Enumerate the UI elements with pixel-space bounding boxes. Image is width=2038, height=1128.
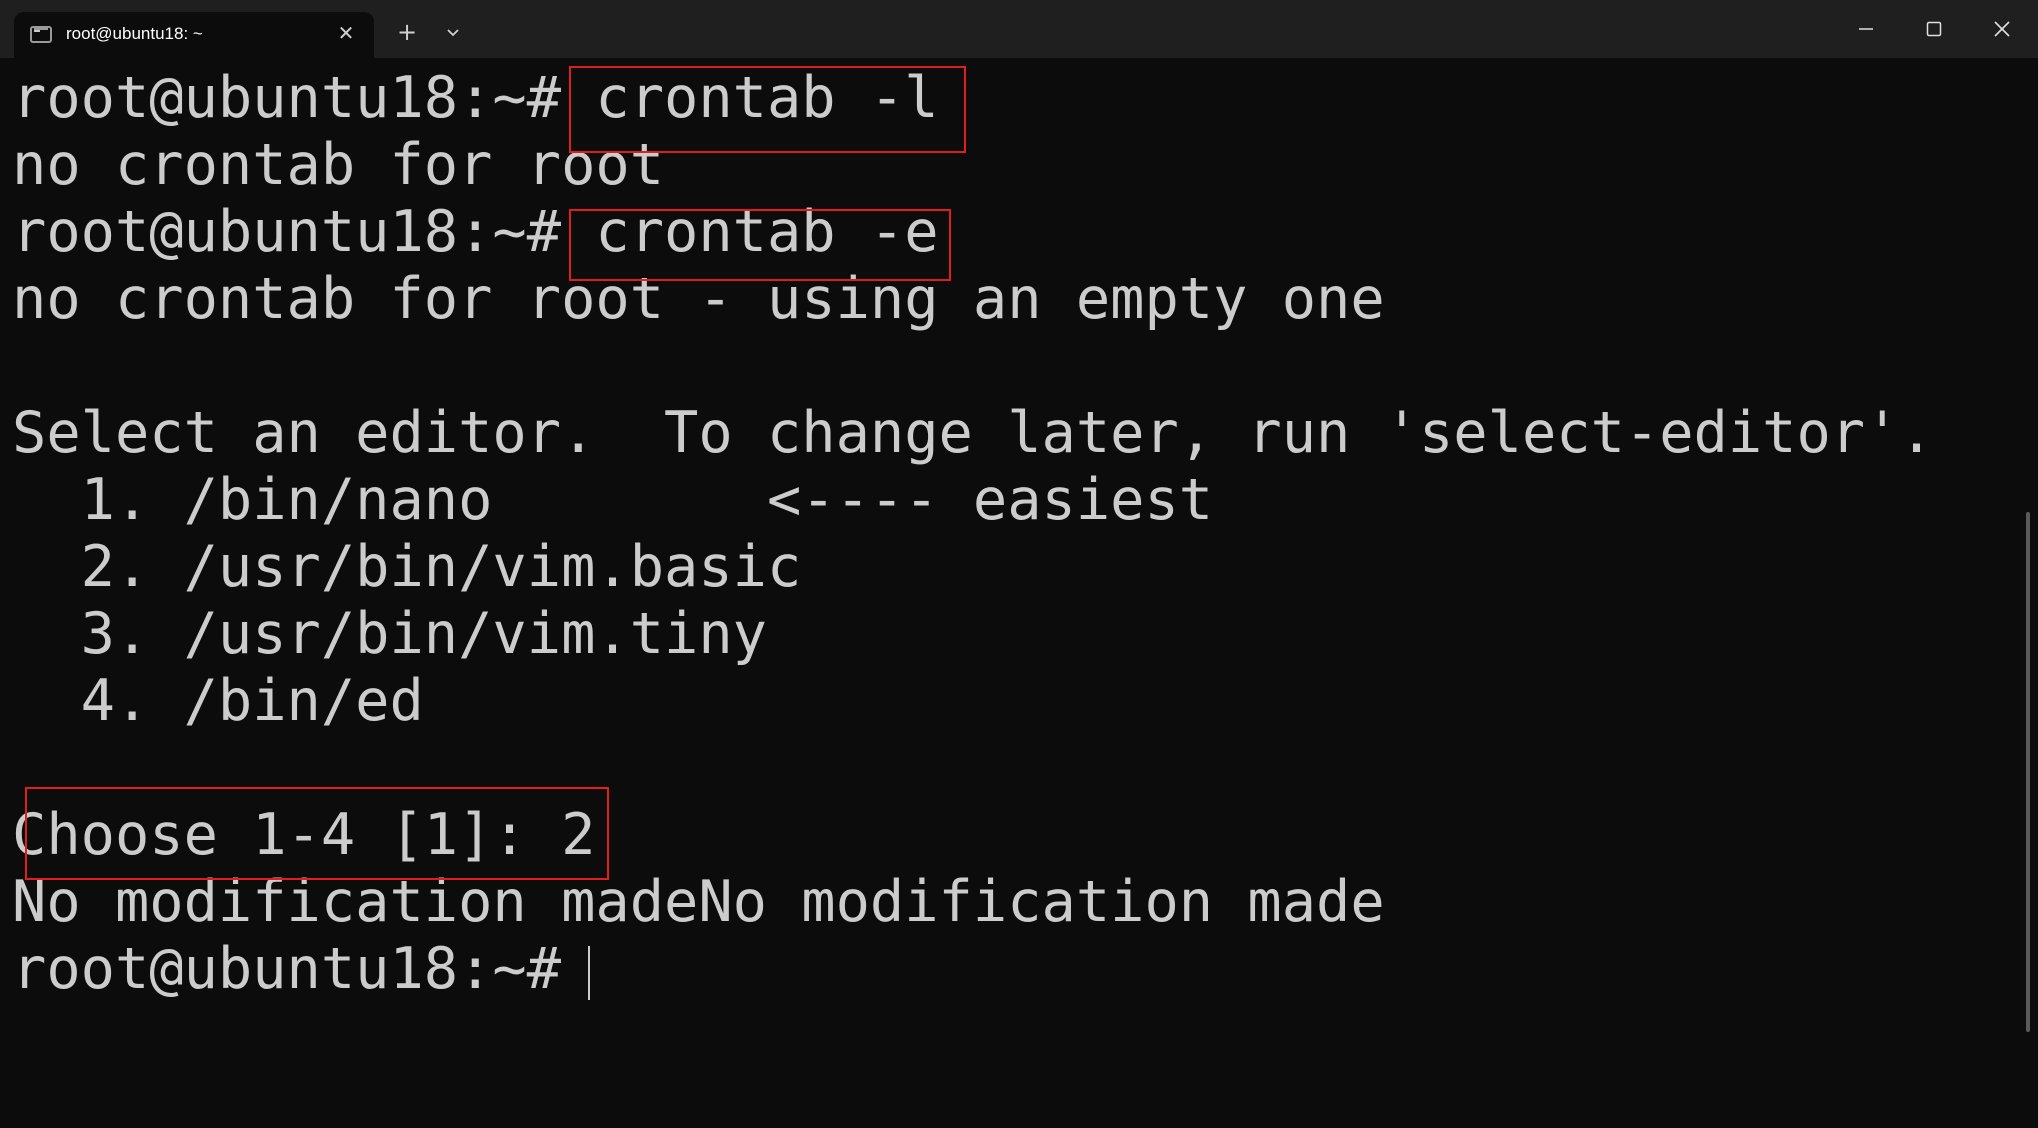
new-tab-button[interactable]: +: [392, 17, 422, 47]
terminal-line: no crontab for root: [12, 132, 665, 198]
highlight-box-choose-editor: [25, 787, 609, 880]
maximize-icon[interactable]: [1900, 0, 1968, 58]
terminal-line: root@ubuntu18:~#: [12, 936, 596, 1002]
terminal-line: 4. /bin/ed: [12, 668, 424, 734]
terminal-output[interactable]: root@ubuntu18:~# crontab -l no crontab f…: [0, 58, 2020, 1128]
terminal-icon: [30, 26, 52, 43]
scrollbar[interactable]: [2026, 512, 2030, 1032]
tab-title: root@ubuntu18: ~: [66, 24, 203, 43]
tab-close-icon[interactable]: ✕: [334, 21, 358, 45]
terminal-line: 3. /usr/bin/vim.tiny: [12, 601, 767, 667]
text-cursor: [588, 946, 590, 1000]
terminal-line: Select an editor. To change later, run '…: [12, 400, 1934, 466]
highlight-box-crontab-l: [569, 66, 966, 153]
tab-root-ubuntu18[interactable]: root@ubuntu18: ~ ✕: [14, 12, 374, 58]
chevron-down-icon[interactable]: [438, 18, 468, 48]
terminal-line: 2. /usr/bin/vim.basic: [12, 534, 802, 600]
title-bar: root@ubuntu18: ~ ✕ +: [0, 0, 2038, 58]
close-icon[interactable]: [1968, 0, 2036, 58]
terminal-window: root@ubuntu18: ~ ✕ + root@ubuntu18:~# cr…: [0, 0, 2038, 1128]
highlight-box-crontab-e: [569, 209, 951, 281]
terminal-line: 1. /bin/nano <---- easiest: [12, 467, 1214, 533]
minimize-icon[interactable]: [1832, 0, 1900, 58]
